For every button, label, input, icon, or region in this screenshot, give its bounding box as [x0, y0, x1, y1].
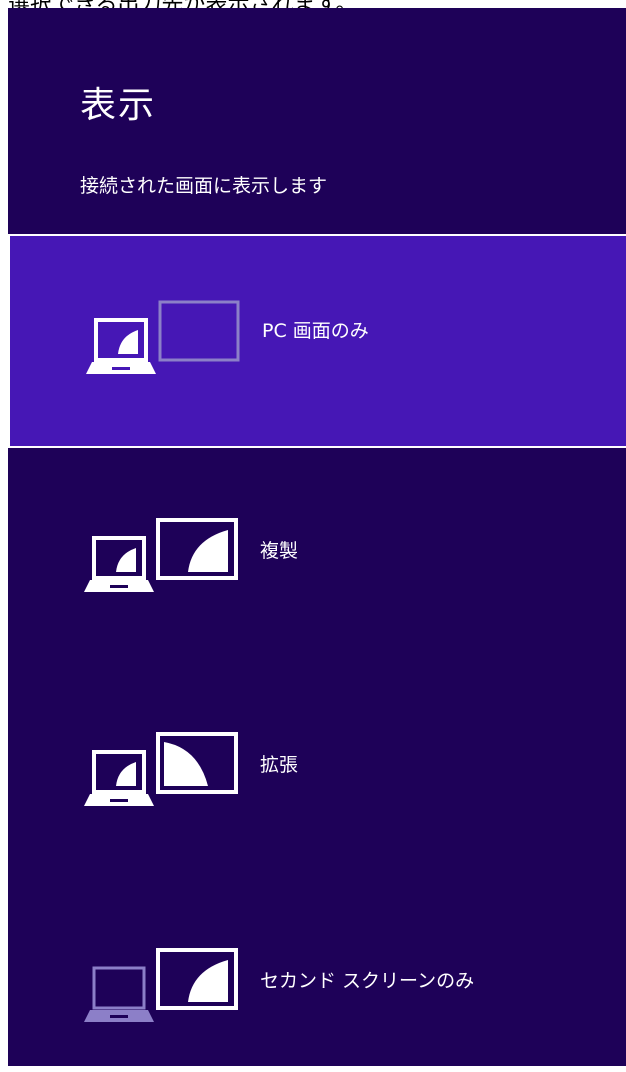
option-label: 拡張: [260, 754, 299, 776]
option-label: セカンド スクリーンのみ: [260, 970, 475, 992]
option-label: 複製: [260, 540, 299, 562]
caption-text: 選択できる出力先が表示されます。: [8, 0, 357, 8]
option-second-screen-only[interactable]: セカンド スクリーンのみ: [8, 876, 626, 1066]
pc-screen-only-icon: [86, 300, 240, 374]
duplicate-icon: [84, 518, 238, 592]
caption-text-strip: 選択できる出力先が表示されます。: [0, 0, 626, 8]
panel-title: 表示: [80, 85, 157, 126]
option-duplicate[interactable]: 複製: [8, 448, 626, 662]
panel-subtitle: 接続された画面に表示します: [80, 175, 328, 197]
option-extend[interactable]: 拡張: [8, 662, 626, 876]
extend-icon: [84, 732, 238, 806]
option-pc-screen-only[interactable]: PC 画面のみ: [8, 234, 626, 448]
second-screen-only-icon: [84, 948, 238, 1022]
option-label: PC 画面のみ: [262, 320, 369, 342]
project-panel: 表示 接続された画面に表示します PC 画面のみ 複製 拡張 セカンド スクリー…: [8, 8, 626, 1066]
